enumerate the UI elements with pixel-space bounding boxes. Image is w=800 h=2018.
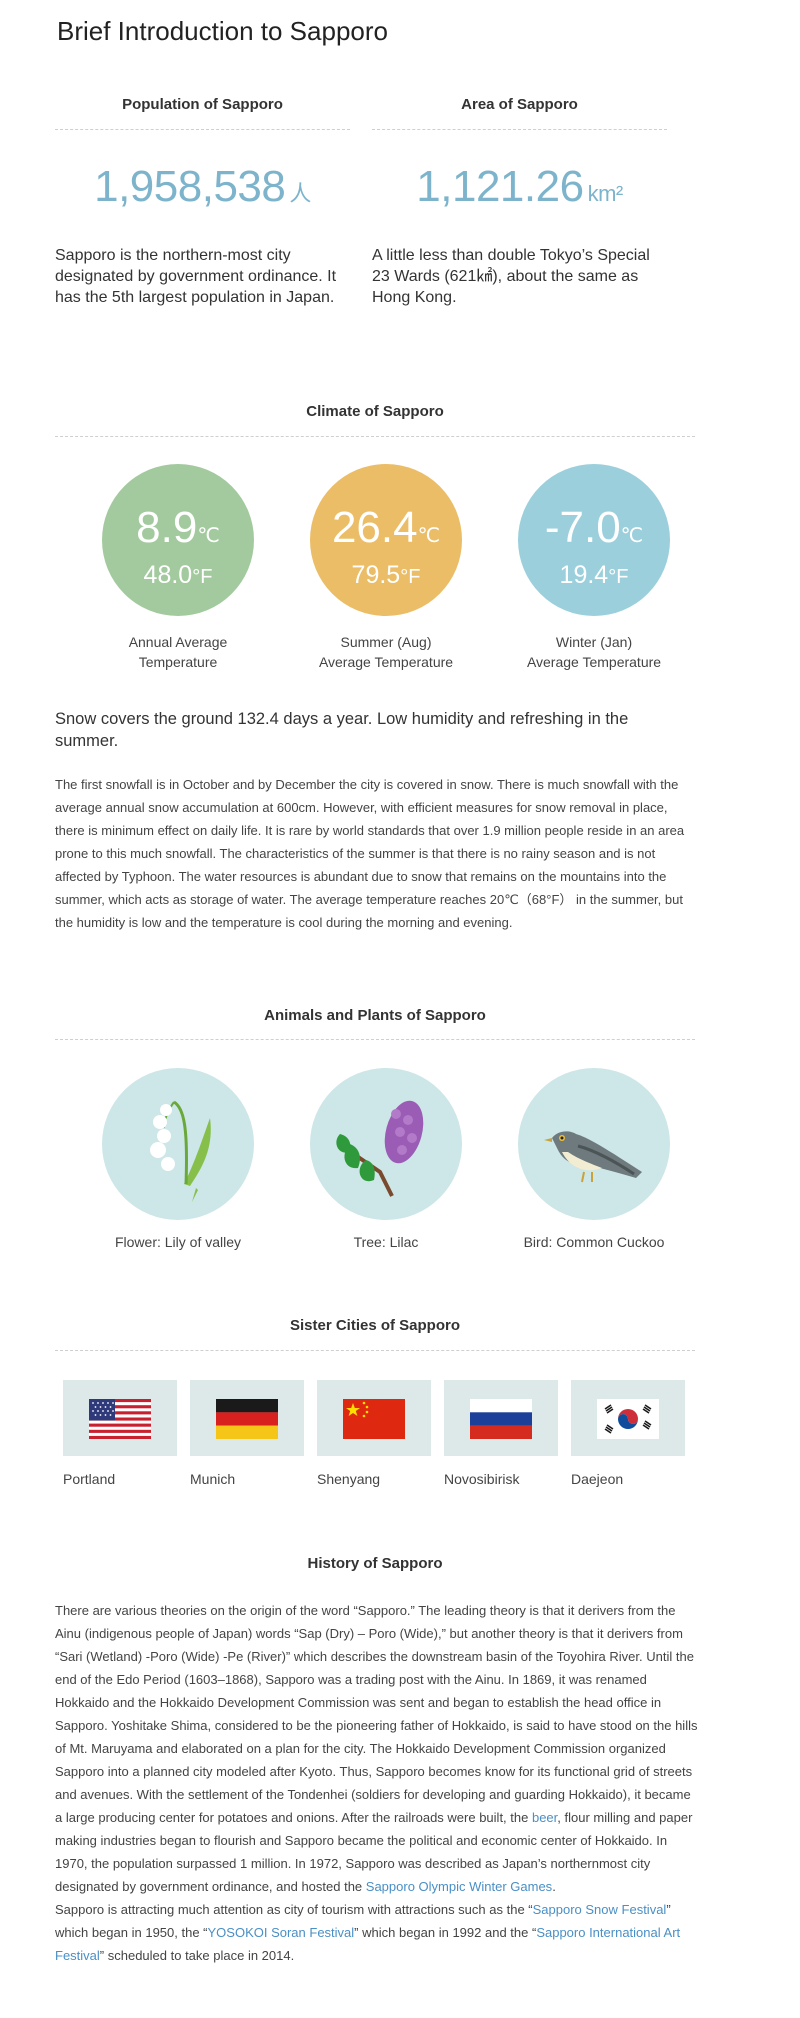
celsius-value: 8.9℃	[136, 503, 220, 552]
nature-caption-flower: Flower: Lily of valley	[114, 1234, 242, 1250]
population-value: 1,958,538 人	[55, 162, 350, 212]
annual-temperature-caption: Annual Average Temperature	[128, 634, 228, 670]
sister-city-card-daejeon	[571, 1380, 685, 1456]
page-title: Brief Introduction to Sapporo	[57, 16, 388, 46]
summer-temperature-caption: Summer (Aug) Average Temperature	[318, 634, 454, 670]
snow-festival-link[interactable]: Sapporo Snow Festival	[533, 1902, 667, 1917]
population-heading: Population of Sapporo	[122, 96, 283, 113]
sister-city-name: Shenyang	[317, 1471, 381, 1487]
china-flag-icon	[343, 1399, 405, 1439]
population-unit: 人	[289, 181, 311, 206]
nature-caption-tree: Tree: Lilac	[353, 1234, 419, 1250]
history-body: There are various theories on the origin…	[55, 1599, 700, 1967]
history-text: .	[552, 1879, 556, 1894]
climate-lead: Snow covers the ground 132.4 days a year…	[55, 710, 629, 750]
yosokoi-festival-link[interactable]: YOSOKOI Soran Festival	[208, 1925, 355, 1940]
divider	[372, 129, 667, 130]
area-number: 1,121.26	[416, 162, 584, 211]
winter-temperature-circle: -7.0℃ 19.4°F	[518, 464, 670, 616]
history-text: There are various theories on the origin…	[55, 1603, 698, 1825]
area-value: 1,121.26 km²	[372, 162, 667, 212]
divider	[55, 436, 695, 437]
divider	[55, 1039, 695, 1040]
lilac-icon	[310, 1068, 462, 1220]
history-text: ” which began in 1992 and the “	[354, 1925, 537, 1940]
celsius-value: 26.4℃	[331, 503, 441, 552]
population-number: 1,958,538	[94, 162, 286, 211]
sister-cities-heading: Sister Cities of Sapporo	[289, 1317, 461, 1334]
climate-heading: Climate of Sapporo	[306, 403, 444, 420]
history-heading: History of Sapporo	[307, 1555, 443, 1572]
area-description: A little less than double Tokyo’s Specia…	[372, 247, 650, 306]
climate-body: The first snowfall is in October and by …	[55, 777, 685, 930]
sister-city-card-portland	[63, 1380, 177, 1456]
celsius-value: -7.0℃	[544, 503, 644, 552]
fahrenheit-value: 48.0°F	[143, 561, 213, 589]
summer-temperature-circle: 26.4℃ 79.5°F	[310, 464, 462, 616]
fahrenheit-value: 79.5°F	[351, 561, 421, 589]
usa-flag-icon	[89, 1399, 151, 1439]
sister-city-name: Daejeon	[571, 1471, 624, 1487]
olympic-winter-games-link[interactable]: Sapporo Olympic Winter Games	[366, 1879, 552, 1894]
fahrenheit-value: 19.4°F	[559, 561, 629, 589]
divider	[55, 1350, 695, 1351]
sister-city-card-munich	[190, 1380, 304, 1456]
history-text: ” scheduled to take place in 2014.	[99, 1948, 295, 1963]
sister-city-name: Portland	[63, 1471, 116, 1487]
sister-city-name: Novosibirisk	[444, 1471, 520, 1487]
cuckoo-icon	[518, 1068, 670, 1220]
lily-of-valley-icon	[102, 1068, 254, 1220]
annual-temperature-circle: 8.9℃ 48.0°F	[102, 464, 254, 616]
beer-link[interactable]: beer	[532, 1810, 557, 1825]
sister-city-card-novosibirisk	[444, 1380, 558, 1456]
germany-flag-icon	[216, 1399, 278, 1439]
nature-caption-bird: Bird: Common Cuckoo	[523, 1234, 665, 1250]
divider	[55, 129, 350, 130]
nature-heading: Animals and Plants of Sapporo	[264, 1007, 486, 1024]
history-text: Sapporo is attracting much attention as …	[55, 1902, 533, 1917]
russia-flag-icon	[470, 1399, 532, 1439]
sister-city-name: Munich	[190, 1471, 236, 1487]
korea-flag-icon	[597, 1399, 659, 1439]
sister-city-card-shenyang	[317, 1380, 431, 1456]
area-heading: Area of Sapporo	[461, 96, 578, 113]
population-description: Sapporo is the northern-most city design…	[55, 247, 337, 306]
winter-temperature-caption: Winter (Jan) Average Temperature	[526, 634, 662, 670]
area-unit: km²	[587, 181, 624, 206]
